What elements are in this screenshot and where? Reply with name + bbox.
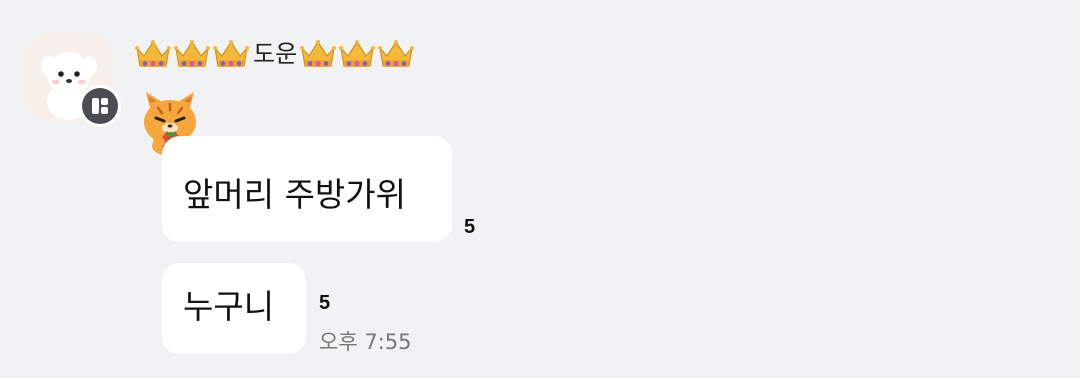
- app-badge: [79, 85, 121, 127]
- crown-icon: [213, 40, 249, 67]
- message-bubble[interactable]: 앞머리 주방가위: [162, 136, 452, 242]
- crown-icon: [339, 40, 376, 67]
- message-text: 누구니: [183, 287, 275, 326]
- crown-icon: [135, 40, 171, 67]
- sender-name-row: 도운: [134, 34, 416, 74]
- crown-icon: [300, 40, 337, 67]
- sender-name: 도운: [253, 40, 298, 68]
- message-timestamp: 오후 7:55: [319, 330, 412, 354]
- crowns-before: [134, 36, 251, 72]
- app-logo-icon: [82, 88, 118, 124]
- crowns-after: [299, 36, 416, 72]
- unread-count: 5: [464, 216, 476, 238]
- crown-icon: [378, 40, 415, 67]
- message-bubble[interactable]: 누구니: [162, 263, 306, 354]
- unread-count: 5: [319, 292, 331, 314]
- crown-icon: [174, 40, 210, 67]
- message-text: 앞머리 주방가위: [183, 175, 407, 214]
